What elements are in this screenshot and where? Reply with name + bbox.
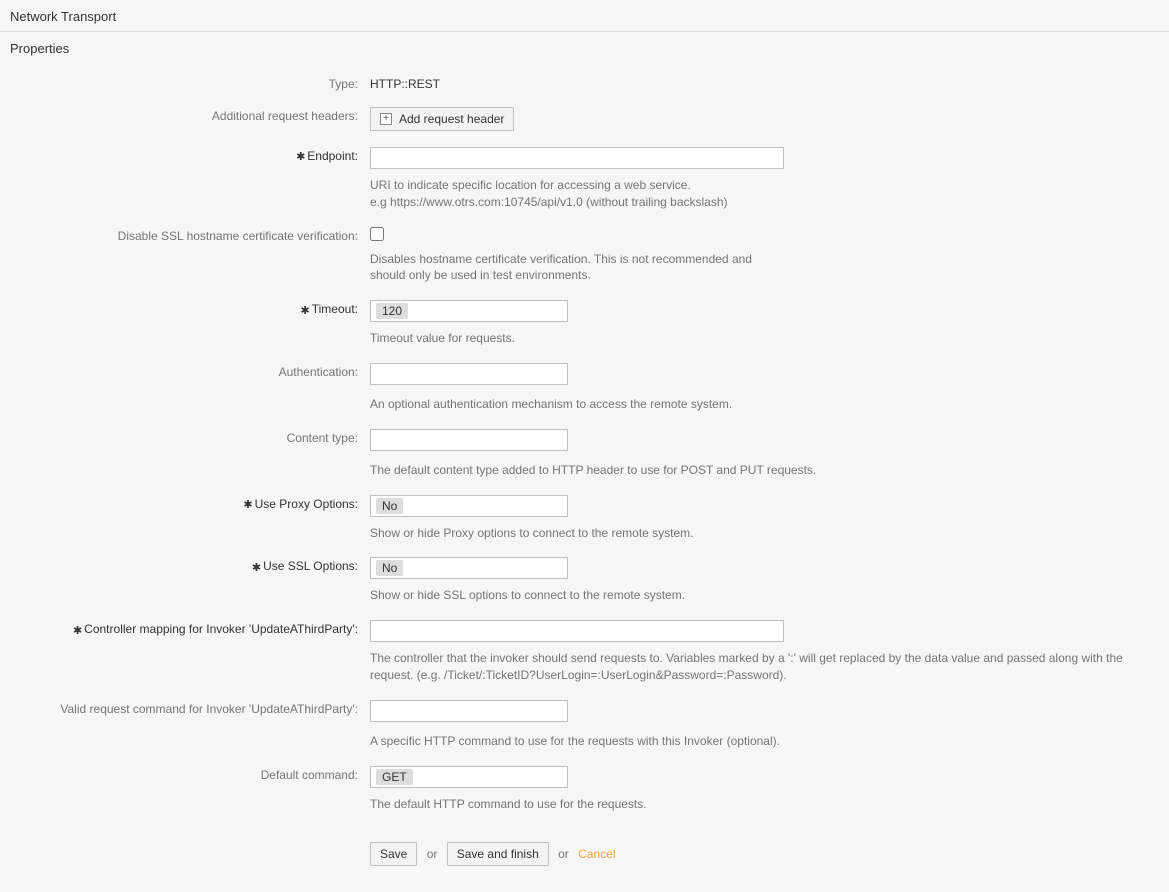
panel-title: Properties (0, 32, 1169, 63)
default-cmd-value: GET (376, 769, 413, 785)
default-cmd-hint: The default HTTP command to use for the … (370, 794, 1159, 813)
valid-cmd-label: Valid request command for Invoker 'Updat… (10, 698, 370, 716)
save-and-finish-button[interactable]: Save and finish (447, 842, 549, 866)
ssl-hint: Show or hide SSL options to connect to t… (370, 585, 1159, 604)
timeout-select[interactable]: 120 (370, 300, 568, 322)
auth-hint: An optional authentication mechanism to … (370, 394, 1159, 413)
or-separator-2: or (552, 847, 575, 861)
type-value: HTTP::REST (370, 75, 440, 91)
proxy-select[interactable]: No (370, 495, 568, 517)
timeout-label: ✱Timeout: (10, 298, 370, 316)
endpoint-hint-2: e.g https://www.otrs.com:10745/api/v1.0 … (370, 194, 1159, 211)
proxy-label: ✱Use Proxy Options: (10, 493, 370, 511)
endpoint-hint-1: URI to indicate specific location for ac… (370, 177, 1159, 194)
auth-select[interactable] (370, 363, 568, 385)
ssl-value: No (376, 560, 403, 576)
timeout-group: ✱Timeout: 120 Timeout value for requests… (10, 298, 1159, 347)
ssl-disable-checkbox[interactable] (370, 227, 384, 241)
plus-icon: + (380, 113, 392, 125)
actions-row: Save or Save and finish or Cancel (10, 840, 1159, 866)
controller-input[interactable] (370, 620, 784, 642)
controller-hint: The controller that the invoker should s… (370, 648, 1159, 684)
valid-cmd-select[interactable] (370, 700, 568, 722)
content-type-hint: The default content type added to HTTP h… (370, 460, 1159, 479)
headers-row: Additional request headers: + Add reques… (10, 105, 1159, 131)
endpoint-group: ✱Endpoint: URI to indicate specific loca… (10, 145, 1159, 211)
proxy-group: ✱Use Proxy Options: No Show or hide Prox… (10, 493, 1159, 542)
ssl-group: ✱Use SSL Options: No Show or hide SSL op… (10, 555, 1159, 604)
timeout-hint: Timeout value for requests. (370, 328, 1159, 347)
ssl-select[interactable]: No (370, 557, 568, 579)
headers-label: Additional request headers: (10, 105, 370, 123)
content-type-select[interactable] (370, 429, 568, 451)
cancel-link[interactable]: Cancel (578, 847, 615, 861)
controller-label: ✱Controller mapping for Invoker 'UpdateA… (10, 618, 370, 636)
timeout-value: 120 (376, 303, 408, 319)
valid-cmd-group: Valid request command for Invoker 'Updat… (10, 698, 1159, 750)
ssl-disable-group: Disable SSL hostname certificate verific… (10, 225, 1159, 285)
type-label: Type: (10, 73, 370, 91)
controller-group: ✱Controller mapping for Invoker 'UpdateA… (10, 618, 1159, 684)
add-request-header-label: Add request header (399, 112, 504, 126)
add-request-header-button[interactable]: + Add request header (370, 107, 514, 131)
auth-group: Authentication: An optional authenticati… (10, 361, 1159, 413)
default-cmd-group: Default command: GET The default HTTP co… (10, 764, 1159, 813)
auth-label: Authentication: (10, 361, 370, 379)
proxy-hint: Show or hide Proxy options to connect to… (370, 523, 1159, 542)
ssl-disable-hint: Disables hostname certificate verificati… (370, 249, 770, 285)
ssl-disable-label: Disable SSL hostname certificate verific… (10, 225, 370, 243)
default-cmd-select[interactable]: GET (370, 766, 568, 788)
type-row: Type: HTTP::REST (10, 73, 1159, 91)
valid-cmd-hint: A specific HTTP command to use for the r… (370, 731, 1159, 750)
content-type-group: Content type: The default content type a… (10, 427, 1159, 479)
default-cmd-label: Default command: (10, 764, 370, 782)
properties-form: Type: HTTP::REST Additional request head… (0, 63, 1169, 892)
save-button[interactable]: Save (370, 842, 417, 866)
content-type-label: Content type: (10, 427, 370, 445)
or-separator-1: or (421, 847, 444, 861)
page-header: Network Transport (0, 0, 1169, 32)
endpoint-input[interactable] (370, 147, 784, 169)
proxy-value: No (376, 498, 403, 514)
ssl-label: ✱Use SSL Options: (10, 555, 370, 573)
endpoint-label: ✱Endpoint: (10, 145, 370, 163)
